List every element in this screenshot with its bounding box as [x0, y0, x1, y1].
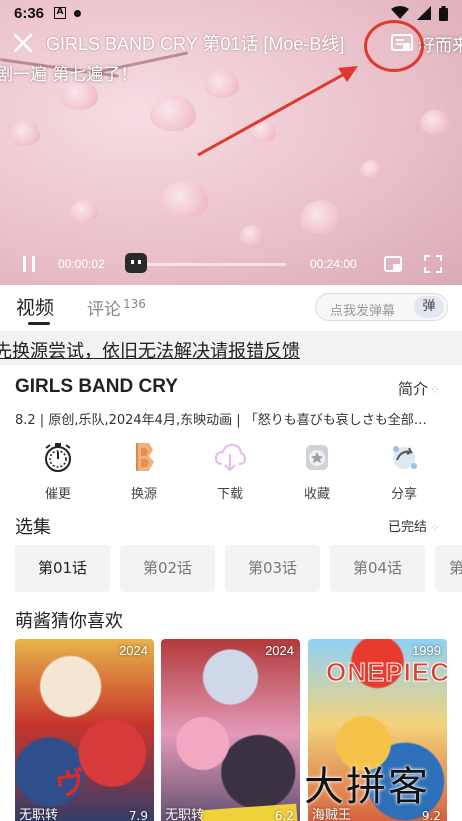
episode-item[interactable]: 第04话: [330, 545, 425, 592]
action-label: 催更: [44, 487, 71, 502]
pause-button[interactable]: [22, 256, 36, 272]
card-year: 2024: [119, 643, 148, 658]
favorite-icon: [306, 445, 328, 470]
action-label: 换源: [130, 487, 157, 502]
card-year: 1999: [412, 643, 441, 658]
card-caption: 无职转: [19, 808, 59, 821]
notice-banner[interactable]: 先换源尝试，依旧无法解决请报错反馈: [0, 331, 462, 365]
player-controls: 00:00:02 00:24:00: [0, 250, 462, 280]
tab-comments-label: 评论: [87, 300, 121, 320]
danmaku-input[interactable]: 点我发弹幕 弹: [315, 293, 448, 321]
current-time: 00:00:02: [58, 257, 105, 271]
status-dots-icon: ⁘: [430, 521, 440, 534]
share-icon: [393, 446, 417, 469]
anime-title: GIRLS BAND CRY: [15, 376, 178, 397]
episode-item[interactable]: 第03话: [225, 545, 320, 592]
intro-dots-icon: ⁘: [430, 383, 441, 397]
video-player[interactable]: 6:36 A 剧一遍 第七遍了！ 籽而来 GIRLS BAND CRY 第01话…: [0, 0, 462, 285]
action-bar: 催更 换源 下载 收藏 分享: [0, 440, 462, 504]
anime-meta: 8.2 | 原创,乐队,2024年4月,东映动画 | 「怒りも喜びも哀しさも全部…: [15, 413, 427, 428]
progress-thumb-icon[interactable]: [125, 253, 147, 273]
action-label: 下载: [216, 487, 243, 502]
action-remind-button[interactable]: 催更: [28, 440, 88, 502]
action-source-button[interactable]: 换源: [114, 440, 174, 502]
fullscreen-icon[interactable]: [424, 255, 442, 273]
tab-video[interactable]: 视频: [16, 293, 54, 320]
card-score: 6.2: [274, 809, 294, 821]
danmaku-input-placeholder: 点我发弹幕: [330, 304, 396, 319]
cloud-download-icon: [214, 443, 247, 472]
intro-label: 简介: [398, 380, 429, 398]
danmaku-toggle-button[interactable]: 弹: [414, 296, 444, 318]
action-favorite-button[interactable]: 收藏: [287, 440, 347, 502]
episode-list: 第01话 第02话 第03话 第04话 第: [15, 545, 462, 593]
total-time: 00:24:00: [310, 257, 357, 271]
poster-art: ヴ: [53, 765, 88, 804]
stopwatch-icon: [45, 443, 71, 472]
card-year: 2024: [265, 643, 294, 658]
tab-indicator: [28, 322, 50, 325]
recommendations-title: 萌酱猜你喜欢: [15, 611, 123, 632]
picture-in-picture-icon[interactable]: [384, 255, 402, 273]
episode-item[interactable]: 第02话: [120, 545, 215, 592]
source-icon: [136, 443, 154, 471]
episode-item[interactable]: 第: [435, 545, 462, 592]
episodes-status-label: 已完结: [388, 520, 428, 535]
episodes-status[interactable]: 已完结 ⁘: [388, 516, 439, 535]
action-label: 分享: [390, 487, 417, 502]
annotation-arrow: [197, 66, 358, 157]
card-caption: 无职转: [165, 808, 205, 821]
tab-comments[interactable]: 评论 136: [87, 295, 146, 320]
intro-button[interactable]: 简介 ⁘: [398, 378, 440, 399]
comments-count: 136: [123, 297, 146, 312]
tabs-row: 视频 评论 136 点我发弹幕 弹: [0, 285, 462, 329]
action-label: 收藏: [303, 487, 330, 502]
notice-text: 先换源尝试，依旧无法解决请报错反馈: [0, 341, 300, 362]
card-score: 7.9: [128, 809, 148, 821]
poster-logo: ONEPIECE: [325, 657, 447, 688]
action-share-button[interactable]: 分享: [374, 440, 434, 502]
recommendation-card[interactable]: 2024 无职转 6.2: [161, 639, 300, 821]
recommendation-card[interactable]: ヴ 2024 无职转 7.9: [15, 639, 154, 821]
episode-item[interactable]: 第01话: [15, 545, 110, 592]
progress-bar[interactable]: [130, 263, 286, 266]
action-download-button[interactable]: 下载: [200, 440, 260, 502]
watermark: 大拼客: [304, 764, 430, 810]
episodes-title: 选集: [15, 517, 51, 538]
